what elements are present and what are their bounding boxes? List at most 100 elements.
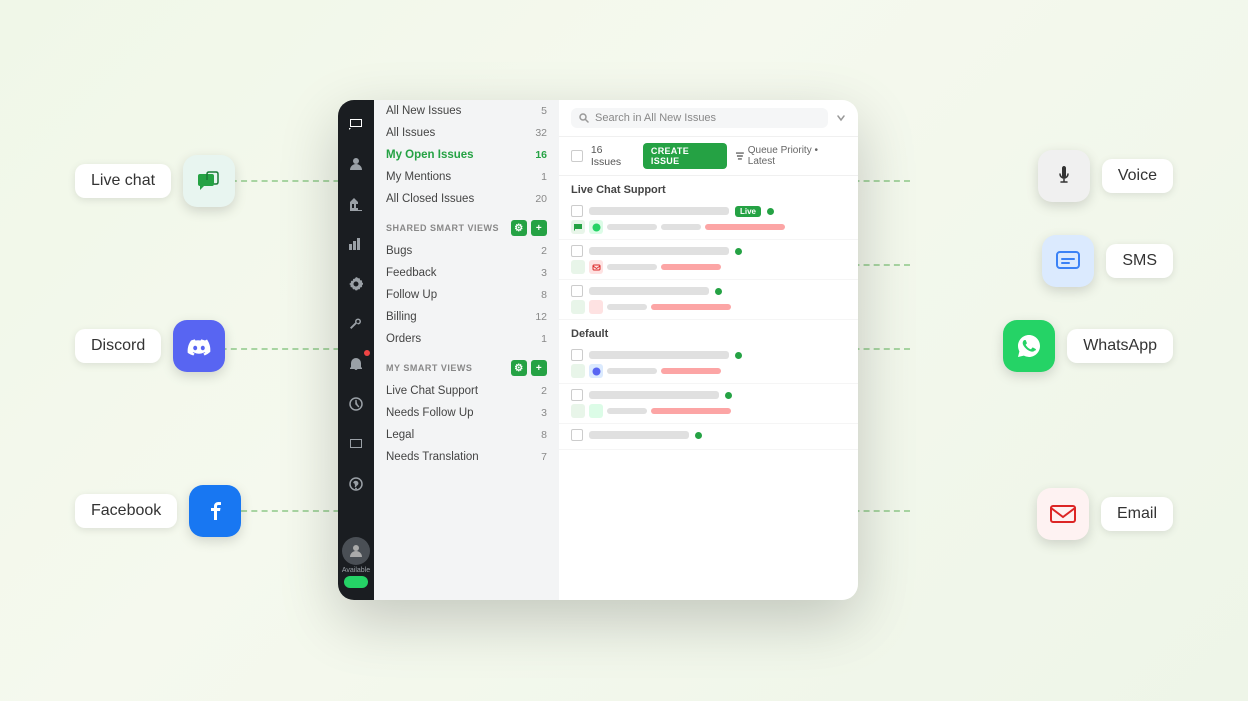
live-chat-icon (183, 155, 235, 207)
discord-icon (173, 320, 225, 372)
agent-bar (607, 264, 657, 270)
nav-billing[interactable]: Billing 12 (374, 306, 559, 328)
issue-checkbox[interactable] (571, 205, 583, 217)
sort-icon (735, 151, 745, 161)
issue-title-bar (589, 207, 729, 215)
select-all-checkbox[interactable] (571, 150, 583, 162)
nav-bugs[interactable]: Bugs 2 (374, 240, 559, 262)
issue-title-bar (589, 287, 709, 295)
my-add-icon[interactable]: + (531, 360, 547, 376)
facebook-icon (189, 485, 241, 537)
issue-checkbox[interactable] (571, 429, 583, 441)
nav-orders[interactable]: Orders 1 (374, 328, 559, 350)
nav-all-closed-issues[interactable]: All Closed Issues 20 (374, 188, 559, 210)
nav-all-issues[interactable]: All Issues 32 (374, 122, 559, 144)
sidebar-conversations-icon[interactable] (344, 112, 368, 136)
issue-checkbox[interactable] (571, 389, 583, 401)
nav-follow-up-count: 8 (541, 289, 547, 301)
nav-all-new-issues-label: All New Issues (386, 105, 461, 117)
sidebar-tools-icon[interactable] (344, 312, 368, 336)
issue-checkbox[interactable] (571, 245, 583, 257)
whatsapp-label: WhatsApp (1067, 329, 1173, 363)
nav-bugs-label: Bugs (386, 245, 412, 257)
sidebar-reports-icon[interactable] (344, 192, 368, 216)
nav-my-mentions-count: 1 (541, 171, 547, 183)
sidebar-history-icon[interactable] (344, 392, 368, 416)
sidebar-avatar[interactable] (342, 537, 370, 565)
status-dot (735, 248, 742, 255)
issue-title-bar (589, 351, 729, 359)
status-dot (735, 352, 742, 359)
nav-my-open-issues[interactable]: My Open Issues 16 (374, 144, 559, 166)
table-row[interactable] (559, 280, 858, 320)
sidebar-messages-icon[interactable] (344, 432, 368, 456)
channel-whatsapp: WhatsApp (1003, 320, 1173, 372)
agent-bar (607, 408, 647, 414)
nav-needs-follow-up[interactable]: Needs Follow Up 3 (374, 402, 559, 424)
live-chat-label: Live chat (75, 164, 171, 198)
channel-badge-wa (589, 220, 603, 234)
status-available-text: Available (342, 567, 370, 574)
sidebar: Available (338, 100, 374, 600)
sort-button[interactable]: Queue Priority • Latest (735, 145, 846, 167)
nav-live-chat-support-label: Live Chat Support (386, 385, 478, 397)
dropdown-icon[interactable] (836, 113, 846, 123)
channel-badge-email (589, 260, 603, 274)
status-dot (695, 432, 702, 439)
nav-all-closed-issues-label: All Closed Issues (386, 193, 474, 205)
nav-live-chat-support[interactable]: Live Chat Support 2 (374, 380, 559, 402)
table-row[interactable]: Live (559, 200, 858, 240)
my-smart-views-header: MY SMART VIEWS ⚙ + (374, 350, 559, 380)
issue-title-bar (589, 431, 689, 439)
time-bar (661, 368, 721, 374)
issue-title-bar (589, 391, 719, 399)
nav-follow-up-label: Follow Up (386, 289, 437, 301)
sms-label: SMS (1106, 244, 1173, 278)
nav-needs-translation[interactable]: Needs Translation 7 (374, 446, 559, 468)
create-issue-button[interactable]: CREATE ISSUE (643, 143, 727, 169)
shared-add-icon[interactable]: + (531, 220, 547, 236)
channel-badge-chat (571, 364, 585, 378)
status-toggle[interactable] (344, 576, 368, 588)
nav-all-new-issues-count: 5 (541, 105, 547, 117)
main-content: Search in All New Issues 16 Issues CREAT… (559, 100, 858, 600)
sidebar-help-icon[interactable] (344, 472, 368, 496)
issue-checkbox[interactable] (571, 349, 583, 361)
facebook-label: Facebook (75, 494, 177, 528)
sidebar-contacts-icon[interactable] (344, 152, 368, 176)
nav-all-issues-label: All Issues (386, 127, 435, 139)
voice-icon (1038, 150, 1090, 202)
shared-settings-icon[interactable]: ⚙ (511, 220, 527, 236)
nav-all-new-issues[interactable]: All New Issues 5 (374, 100, 559, 122)
table-row[interactable] (559, 384, 858, 424)
nav-feedback-count: 3 (541, 267, 547, 279)
table-row[interactable] (559, 240, 858, 280)
search-bar[interactable]: Search in All New Issues (571, 108, 828, 128)
status-dot (725, 392, 732, 399)
channel-badge-discord (589, 364, 603, 378)
nav-feedback[interactable]: Feedback 3 (374, 262, 559, 284)
table-row[interactable] (559, 344, 858, 384)
nav-my-open-issues-label: My Open Issues (386, 149, 474, 161)
nav-panel: All New Issues 5 All Issues 32 My Open I… (374, 100, 559, 600)
default-section-label: Default (559, 320, 858, 344)
channel-badge-email (589, 300, 603, 314)
channel-badge-chat (571, 260, 585, 274)
sidebar-notifications-icon[interactable] (344, 352, 368, 376)
nav-my-mentions[interactable]: My Mentions 1 (374, 166, 559, 188)
nav-feedback-label: Feedback (386, 267, 437, 279)
table-row[interactable] (559, 424, 858, 450)
discord-label: Discord (75, 329, 161, 363)
nav-needs-translation-label: Needs Translation (386, 451, 479, 463)
my-settings-icon[interactable]: ⚙ (511, 360, 527, 376)
nav-billing-count: 12 (535, 311, 547, 323)
sidebar-analytics-icon[interactable] (344, 232, 368, 256)
issue-checkbox[interactable] (571, 285, 583, 297)
nav-legal[interactable]: Legal 8 (374, 424, 559, 446)
agent-bar (607, 224, 657, 230)
nav-legal-count: 8 (541, 429, 547, 441)
sidebar-settings-icon[interactable] (344, 272, 368, 296)
time-bar (651, 304, 731, 310)
voice-label: Voice (1102, 159, 1173, 193)
nav-follow-up[interactable]: Follow Up 8 (374, 284, 559, 306)
